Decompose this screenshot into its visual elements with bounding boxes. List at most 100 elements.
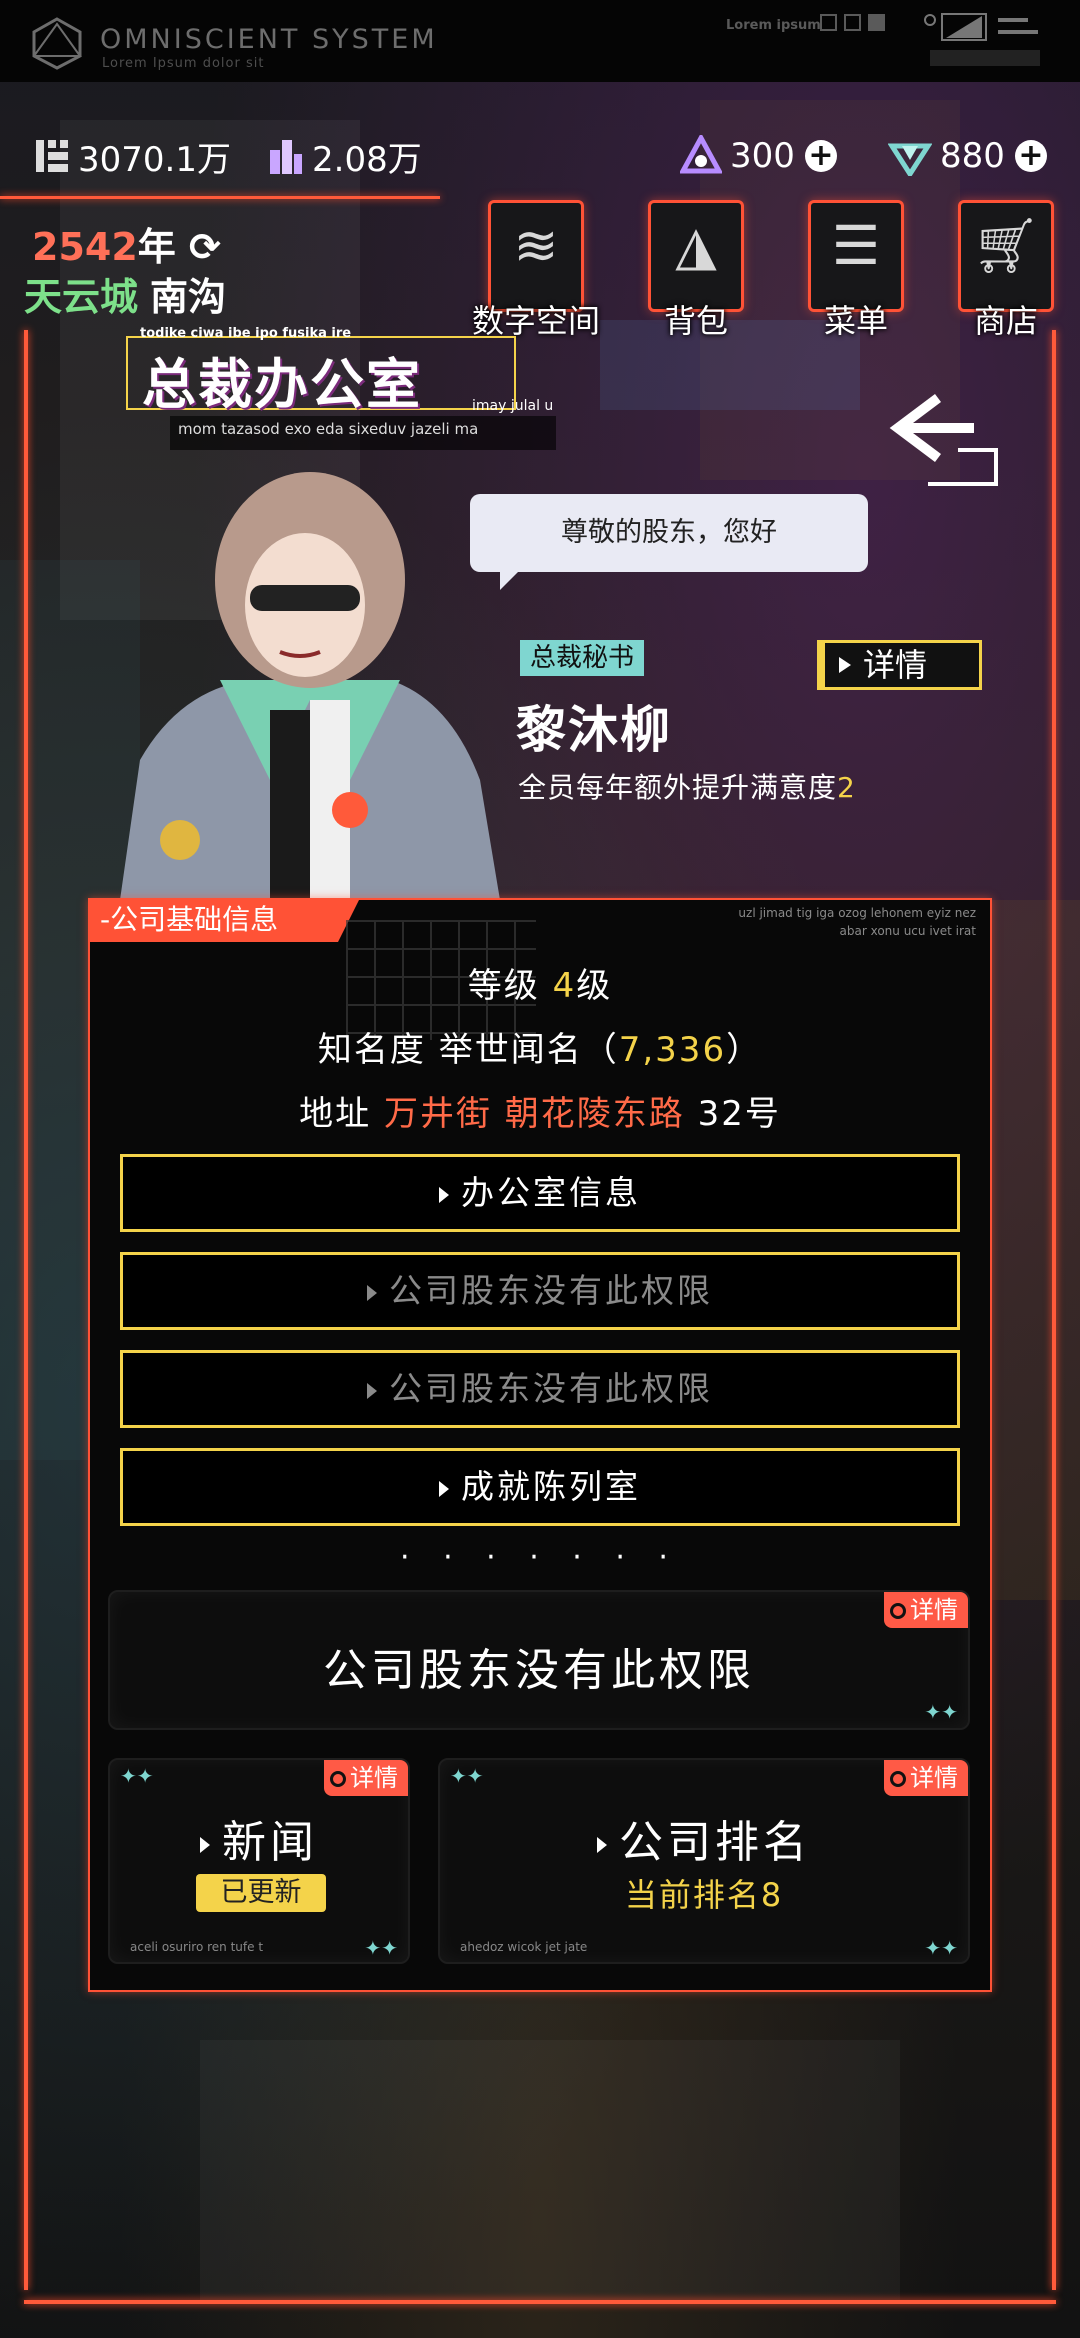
layers-icon: ≋ [513,214,559,277]
diamond-icon [888,143,932,176]
nav-label: 商店 [973,302,1038,340]
logo-subtitle: Lorem Ipsum dolor sit [102,56,265,71]
sparkle-icon: ✦✦ [364,1936,398,1960]
logo-title: OMNISCIENT SYSTEM [100,24,438,55]
add-diamond-button[interactable]: + [1014,140,1047,172]
fame-label: 知名度 [317,1030,426,1070]
crystal-icon [270,140,302,174]
card-small-text: ahedoz wicok jet jate [460,1940,588,1954]
achievement-room-button[interactable]: 成就陈列室 [120,1448,960,1526]
game-year: 2542年 ⟳ [32,216,221,271]
ranking-title: 公司排名 [440,1806,968,1870]
fame-value: 7,336 [618,1030,727,1070]
npc-effect: 全员每年额外提升满意度2 [518,766,856,806]
address-street: 万井街 朝花陵东路 [383,1094,685,1134]
diamond-value: 880 [940,136,1005,176]
frame-line-left [24,330,28,2290]
back-arrow-icon[interactable] [888,392,1008,488]
magnifier-icon [330,1771,346,1787]
news-card[interactable]: ✦✦ 详情 新闻 已更新 aceli osuriro ren tufe t ✦✦ [108,1758,410,1964]
play-triangle-icon [439,1480,449,1497]
title-side-text: imay julal u [472,398,554,414]
updated-badge: 已更新 [196,1874,326,1912]
panel-lorem: uzl jimad tig iga ozog lehonem eyiz nez … [738,904,976,940]
ranking-card[interactable]: ✦✦ 详情 公司排名 当前排名8 ahedoz wicok jet jate ✦… [438,1758,970,1964]
sparkle-icon: ✦✦ [120,1764,154,1788]
money-value: 3070.1万 [78,139,231,180]
money-icon [36,140,68,172]
rank-value: 8 [760,1876,784,1914]
card-locked-text: 公司股东没有此权限 [323,1645,755,1696]
menu-label: 成就陈列室 [461,1467,641,1506]
square-icon [844,14,861,31]
frame-line-right [1052,330,1056,2290]
fame-close: ） [726,1030,763,1070]
ceo-decision-card[interactable]: 详情 公司股东没有此权限 ✦✦ [108,1590,970,1730]
menu-label: 办公室信息 [461,1173,641,1212]
level-unit: 级 [576,966,613,1006]
play-triangle-icon [367,1382,377,1399]
detail-tag-label: 详情 [350,1764,398,1792]
location-subtitle: mom tazasod exo eda sixeduv jazeli ma [170,416,556,450]
locked-button[interactable]: 公司股东没有此权限 [120,1252,960,1330]
energy-counter: 300 + [680,128,837,184]
company-address: 地址 万井街 朝花陵东路 32号 [88,1086,992,1135]
year-number: 2542 [32,225,138,269]
district-name: 南沟 [150,275,227,319]
npc-detail-button[interactable]: 详情 [817,640,982,690]
ranking-title-text: 公司排名 [619,1817,811,1868]
city-name: 天云城 [24,275,139,319]
current-location: 天云城 南沟 [24,266,226,321]
more-dots: · · · · · · · [400,1540,680,1575]
frame-line-top [0,196,440,199]
nav-bag[interactable]: ◮ 背包 [638,200,748,340]
speech-bubble: 尊敬的股东，您好 [470,494,868,590]
system-top-bar: OMNISCIENT SYSTEM Lorem Ipsum dolor sit … [0,0,1080,82]
menu-label: 公司股东没有此权限 [389,1271,713,1310]
location-title: 总裁办公室 [142,353,422,416]
title-deco-text: todike ciwa ibe ipo fusika ire [140,326,352,341]
detail-tag[interactable]: 详情 [884,1592,968,1628]
nav-shop[interactable]: 🛒︎ 商店 [948,200,1058,340]
office-info-button[interactable]: 办公室信息 [120,1154,960,1232]
current-rank: 当前排名8 [440,1870,968,1916]
detail-tag[interactable]: 详情 [884,1760,968,1796]
level-label: 等级 [467,966,540,1006]
npc-effect-text: 全员每年额外提升满意度 [518,771,838,804]
add-energy-button[interactable]: + [804,140,837,172]
gem-counter: 2.08万 [268,128,422,184]
energy-value: 300 [730,136,795,176]
news-title: 新闻 [110,1806,408,1870]
nav-digital-space[interactable]: ≋ 数字空间 [472,200,600,340]
energy-icon [680,135,722,174]
money-counter: 3070.1万 [34,128,231,184]
locked-button[interactable]: 公司股东没有此权限 [120,1350,960,1428]
magnifier-icon [890,1771,906,1787]
fame-open: （ [582,1030,619,1070]
npc-name: 黎沐柳 [516,701,672,759]
logo-icon [32,17,82,70]
refresh-icon[interactable]: ⟳ [189,225,221,269]
frame-line-bottom [24,2300,1056,2304]
gem-value: 2.08万 [312,139,422,180]
corner-text: Lorem ipsum [726,18,821,33]
nav-menu[interactable]: ☰ 菜单 [798,200,908,340]
panel-lorem-line: abar xonu ucu ivet irat [839,924,976,938]
square-icon [820,14,837,31]
npc-effect-value: 2 [837,771,856,804]
square-icon [868,14,885,31]
news-title-text: 新闻 [222,1817,318,1868]
menu-icon: ☰ [831,214,881,277]
fame-rank: 举世闻名 [438,1030,583,1070]
detail-tag[interactable]: 详情 [324,1760,408,1796]
detail-tag-label: 详情 [910,1764,958,1792]
year-unit: 年 [137,225,176,269]
magnifier-icon [890,1603,906,1619]
menu-label: 公司股东没有此权限 [389,1369,713,1408]
play-triangle-icon [597,1837,607,1853]
detail-tag-label: 详情 [910,1596,958,1624]
panel-lorem-line: uzl jimad tig iga ozog lehonem eyiz nez [738,906,976,920]
address-label: 地址 [299,1094,372,1134]
level-value: 4 [552,966,577,1006]
panel-tab: -公司基础信息 [88,898,360,942]
